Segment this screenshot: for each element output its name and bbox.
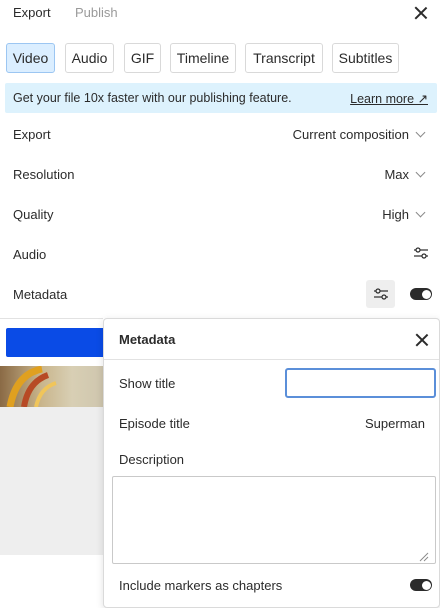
format-transcript-button[interactable]: Transcript bbox=[245, 43, 323, 73]
show-title-input[interactable] bbox=[285, 368, 436, 398]
learn-more-link[interactable]: Learn more ↗ bbox=[350, 91, 428, 106]
export-label: Export bbox=[13, 127, 51, 142]
metadata-label: Metadata bbox=[13, 287, 68, 302]
chevron-down-icon bbox=[415, 167, 426, 178]
chevron-down-icon bbox=[415, 207, 426, 218]
metadata-popup: Metadata Show title Episode title Superm… bbox=[103, 318, 440, 608]
quality-dropdown[interactable]: High bbox=[382, 207, 409, 222]
close-icon[interactable] bbox=[412, 4, 430, 22]
show-title-label: Show title bbox=[119, 376, 176, 391]
resolution-label: Resolution bbox=[13, 167, 75, 182]
section-divider bbox=[0, 318, 103, 319]
popup-divider bbox=[104, 359, 439, 360]
audio-label: Audio bbox=[13, 247, 47, 262]
tab-export[interactable]: Export bbox=[13, 5, 51, 20]
format-subtitles-button[interactable]: Subtitles bbox=[332, 43, 399, 73]
audio-sliders-icon[interactable] bbox=[413, 246, 429, 260]
banner-text: Get your file 10x faster with our publis… bbox=[13, 91, 292, 105]
format-video-button[interactable]: Video bbox=[6, 43, 55, 73]
format-gif-button[interactable]: GIF bbox=[124, 43, 161, 73]
quality-label: Quality bbox=[13, 207, 54, 222]
resolution-dropdown[interactable]: Max bbox=[384, 167, 409, 182]
chapters-label: Include markers as chapters bbox=[119, 578, 283, 593]
preview-thumbnail bbox=[0, 366, 103, 407]
popup-close-icon[interactable] bbox=[413, 331, 431, 349]
tab-publish[interactable]: Publish bbox=[75, 5, 118, 20]
episode-title-value[interactable]: Superman bbox=[365, 416, 425, 431]
popup-title: Metadata bbox=[119, 332, 176, 347]
metadata-sliders-icon bbox=[374, 288, 388, 300]
promo-banner: Get your file 10x faster with our publis… bbox=[5, 83, 437, 113]
metadata-toggle[interactable] bbox=[410, 288, 432, 300]
description-label: Description bbox=[119, 452, 185, 467]
export-dropdown[interactable]: Current composition bbox=[293, 127, 409, 142]
export-button[interactable] bbox=[6, 328, 103, 357]
chevron-down-icon bbox=[415, 127, 426, 138]
resize-handle-icon[interactable] bbox=[419, 552, 429, 562]
episode-title-label: Episode title bbox=[119, 416, 190, 431]
format-timeline-button[interactable]: Timeline bbox=[170, 43, 236, 73]
format-audio-button[interactable]: Audio bbox=[65, 43, 114, 73]
metadata-settings-button[interactable] bbox=[366, 280, 395, 308]
chapters-toggle[interactable] bbox=[410, 579, 432, 591]
description-textarea[interactable] bbox=[112, 476, 436, 564]
